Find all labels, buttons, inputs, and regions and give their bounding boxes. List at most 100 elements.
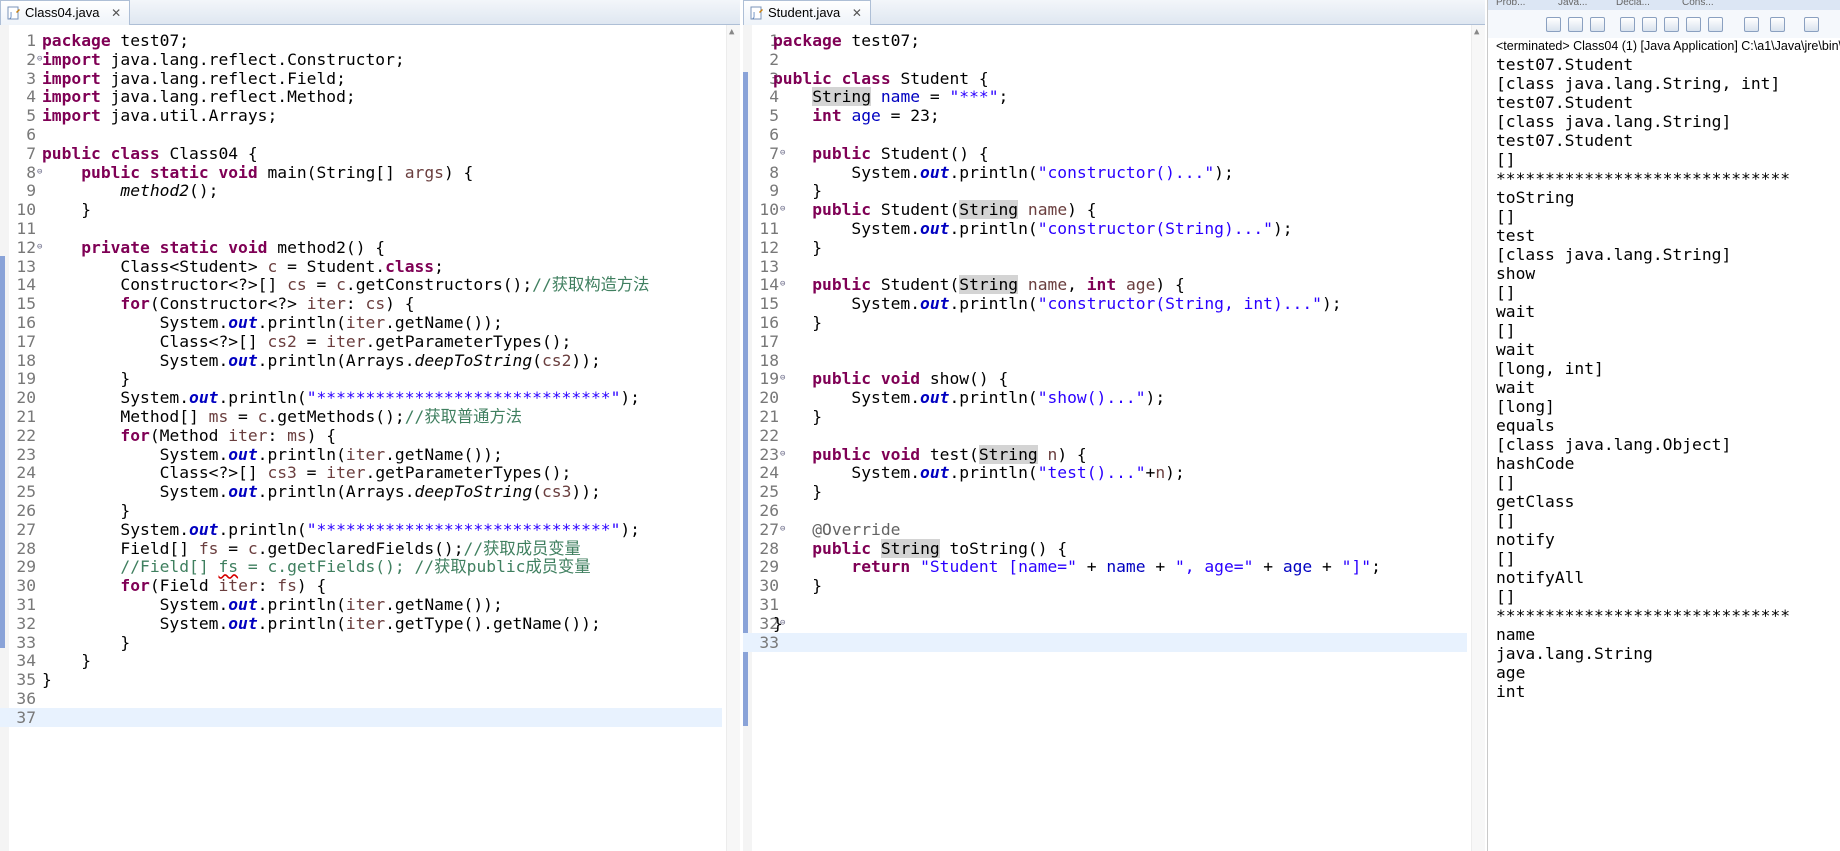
code-text: public void show() {	[812, 369, 1009, 389]
code-line[interactable]: 27 System.out.println("*****************…	[0, 520, 722, 539]
console-line: [long]	[1496, 397, 1555, 416]
view-tab[interactable]: Java...	[1558, 0, 1587, 8]
code-line[interactable]: 21 }	[743, 407, 1467, 426]
tab-class04[interactable]: J Class04.java ✕	[0, 0, 131, 25]
code-line[interactable]: 33	[743, 632, 1467, 652]
code-line[interactable]: 15 System.out.println("constructor(Strin…	[743, 294, 1467, 313]
code-line[interactable]: 25 }	[743, 482, 1467, 501]
code-line[interactable]: 30 }	[743, 576, 1467, 595]
code-line[interactable]: 19 ⊖ public void show() {	[743, 369, 1467, 388]
code-line[interactable]: 37	[0, 707, 722, 727]
scroll-lock-icon[interactable]	[1642, 17, 1657, 32]
remove-launch-icon[interactable]	[1568, 17, 1583, 32]
code-line[interactable]: 9 method2();	[0, 181, 722, 200]
code-line[interactable]: 2	[743, 50, 1467, 69]
code-line[interactable]: 33 }	[0, 633, 722, 652]
code-line[interactable]: 35}	[0, 670, 722, 689]
code-line[interactable]: 16 }	[743, 313, 1467, 332]
code-line[interactable]: 10 ⊖ public Student(String name) {	[743, 200, 1467, 220]
code-editor[interactable]: 1 package test07; 2 ⊖ import java.lang.refle…	[0, 25, 722, 851]
code-line[interactable]: 15 for(Constructor<?> iter: cs) {	[0, 294, 722, 313]
code-line[interactable]: 11	[0, 219, 722, 238]
code-line[interactable]: 6	[0, 125, 722, 144]
code-line[interactable]: 31 System.out.println(iter.getName());	[0, 595, 722, 614]
code-line[interactable]: 24 System.out.println("test()..."+n);	[743, 463, 1467, 482]
display-console-icon[interactable]	[1770, 17, 1785, 32]
code-line[interactable]: 16 System.out.println(iter.getName());	[0, 313, 722, 332]
line-number: 29	[16, 557, 36, 577]
code-line[interactable]: 29 return "Student [name=" + name + ", a…	[743, 557, 1467, 576]
editor-scrollbar[interactable]: ▲	[726, 25, 740, 851]
code-line[interactable]: 27 ⊖ @Override	[743, 520, 1467, 539]
code-line[interactable]: 7 public class Class04 {	[0, 144, 722, 163]
code-line[interactable]: 17 Class<?>[] cs2 = iter.getParameterTyp…	[0, 332, 722, 351]
code-line[interactable]: 14 Constructor<?>[] cs = c.getConstructo…	[0, 275, 722, 294]
code-line[interactable]: 20 System.out.println("*****************…	[0, 388, 722, 407]
open-console-icon[interactable]	[1804, 17, 1819, 32]
code-line[interactable]: 32 ⊖}	[743, 614, 1467, 633]
code-line[interactable]: 23 ⊖ public void test(String n) {	[743, 444, 1467, 464]
code-line[interactable]: 3 import java.lang.reflect.Field;	[0, 69, 722, 88]
code-line[interactable]: 4 import java.lang.reflect.Method;	[0, 87, 722, 106]
code-line[interactable]: 19 }	[0, 369, 722, 388]
show-stdout-icon[interactable]	[1686, 17, 1701, 32]
code-line[interactable]: 32 System.out.println(iter.getType().get…	[0, 614, 722, 633]
code-line[interactable]: 22	[743, 426, 1467, 445]
code-line[interactable]: 28 Field[] fs = c.getDeclaredFields();//…	[0, 539, 722, 558]
code-line[interactable]: 5 import java.util.Arrays;	[0, 106, 722, 125]
code-line[interactable]: 22 for(Method iter: ms) {	[0, 426, 722, 445]
code-line[interactable]: 30 for(Field iter: fs) {	[0, 576, 722, 595]
code-line[interactable]: 3 public class Student {	[743, 69, 1467, 88]
code-line[interactable]: 8 System.out.println("constructor()...")…	[743, 163, 1467, 182]
code-line[interactable]: 12 }	[743, 238, 1467, 257]
code-line[interactable]: 6	[743, 125, 1467, 144]
view-tab[interactable]: Cons...	[1682, 0, 1714, 8]
code-line[interactable]: 5 int age = 23;	[743, 106, 1467, 125]
scroll-up-icon[interactable]: ▲	[1474, 27, 1479, 37]
code-line[interactable]: 26 }	[0, 501, 722, 520]
code-line[interactable]: 28 public String toString() {	[743, 538, 1467, 558]
code-line[interactable]: 7 ⊖ public Student() {	[743, 144, 1467, 163]
code-line[interactable]: 26	[743, 501, 1467, 520]
clear-console-icon[interactable]	[1620, 17, 1635, 32]
code-line[interactable]: 36	[0, 689, 722, 708]
code-line[interactable]: 34 }	[0, 651, 722, 670]
pin-console-icon[interactable]	[1744, 17, 1759, 32]
code-line[interactable]: 31	[743, 595, 1467, 614]
code-line[interactable]: 10 }	[0, 200, 722, 219]
view-tab[interactable]: Decla...	[1616, 0, 1650, 8]
terminate-icon[interactable]	[1546, 17, 1561, 32]
code-line[interactable]: 1 package test07;	[0, 31, 722, 50]
remove-all-icon[interactable]	[1590, 17, 1605, 32]
editor-scrollbar[interactable]: ▲	[1471, 25, 1485, 851]
code-line[interactable]: 25 System.out.println(Arrays.deepToStrin…	[0, 482, 722, 501]
tab-student[interactable]: J Student.java ✕	[743, 0, 871, 25]
close-icon[interactable]: ✕	[111, 1, 121, 25]
code-line[interactable]: 9 }	[743, 181, 1467, 200]
line-number: 23	[16, 444, 36, 464]
code-line[interactable]: 24 Class<?>[] cs3 = iter.getParameterTyp…	[0, 463, 722, 482]
show-stderr-icon[interactable]	[1708, 17, 1723, 32]
code-line[interactable]: 20 System.out.println("show()...");	[743, 388, 1467, 407]
code-line[interactable]: 21 Method[] ms = c.getMethods();//获取普通方法	[0, 407, 722, 426]
code-line[interactable]: 13	[743, 257, 1467, 276]
scroll-up-icon[interactable]: ▲	[729, 27, 734, 37]
code-line[interactable]: 23 System.out.println(iter.getName());	[0, 445, 722, 464]
code-editor[interactable]: 1 package test07; 2 3 public class Student {…	[743, 25, 1467, 851]
code-line[interactable]: 17	[743, 332, 1467, 351]
code-line[interactable]: 29 //Field[] fs = c.getFields(); //获取pub…	[0, 557, 722, 576]
code-line[interactable]: 2 ⊖ import java.lang.reflect.Constructor;	[0, 50, 722, 69]
close-icon[interactable]: ✕	[852, 1, 862, 25]
code-line[interactable]: 18 System.out.println(Arrays.deepToStrin…	[0, 351, 722, 370]
code-line[interactable]: 11 System.out.println("constructor(Strin…	[743, 219, 1467, 238]
console-output[interactable]: test07.Student [class java.lang.String, i…	[1496, 55, 1840, 851]
code-line[interactable]: 1 package test07;	[743, 31, 1467, 50]
word-wrap-icon[interactable]	[1664, 17, 1679, 32]
code-line[interactable]: 14 ⊖ public Student(String name, int age)…	[743, 275, 1467, 295]
code-line[interactable]: 8 ⊖ public static void main(String[] args…	[0, 163, 722, 182]
view-tab[interactable]: Prob...	[1496, 0, 1525, 8]
code-line[interactable]: 12 ⊖ private static void method2() {	[0, 238, 722, 257]
code-line[interactable]: 4 String name = "***";	[743, 87, 1467, 107]
code-line[interactable]: 18	[743, 351, 1467, 370]
code-line[interactable]: 13 Class<Student> c = Student.class;	[0, 257, 722, 276]
